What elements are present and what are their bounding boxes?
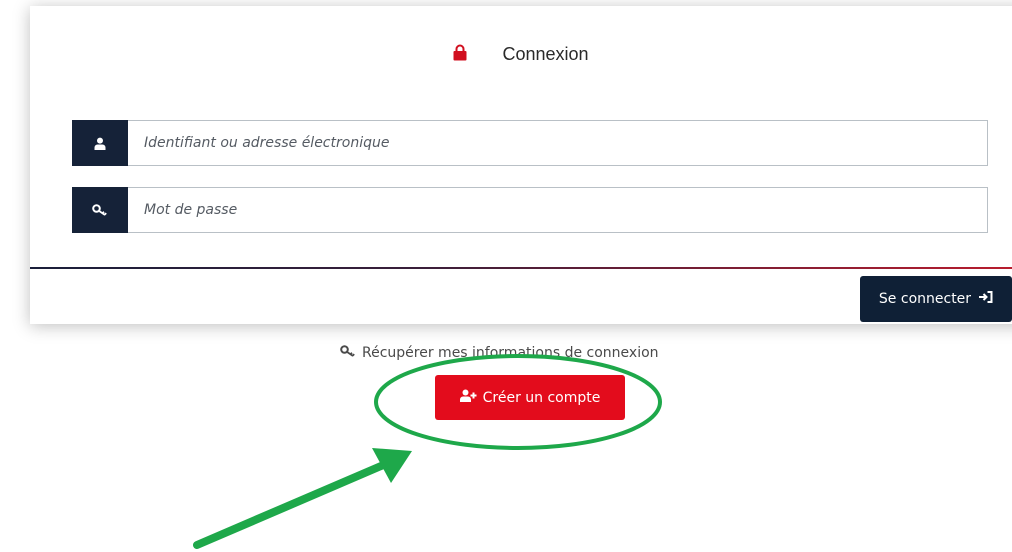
key-icon (72, 187, 128, 233)
login-button[interactable]: Se connecter (860, 276, 1012, 322)
pointer-arrow (193, 448, 412, 549)
password-input[interactable] (129, 188, 987, 232)
login-title: Connexion (30, 44, 1012, 66)
key-icon (340, 345, 356, 361)
sign-in-icon (979, 291, 993, 307)
recover-link-label: Récupérer mes informations de connexion (362, 345, 659, 361)
lock-icon (453, 44, 467, 66)
user-icon (72, 120, 128, 166)
login-button-label: Se connecter (878, 291, 972, 307)
page: Connexion Se connecter (0, 0, 1012, 552)
create-account-label: Créer un compte (482, 389, 601, 406)
add-user-icon (459, 389, 477, 406)
login-card: Connexion Se connecter (30, 6, 1012, 324)
divider (30, 267, 1012, 269)
password-field (72, 187, 988, 233)
recover-link[interactable]: Récupérer mes informations de connexion (340, 342, 659, 364)
username-input[interactable] (129, 121, 987, 165)
create-account-button[interactable]: Créer un compte (435, 375, 625, 420)
username-field (72, 120, 988, 166)
login-title-text: Connexion (502, 44, 589, 64)
